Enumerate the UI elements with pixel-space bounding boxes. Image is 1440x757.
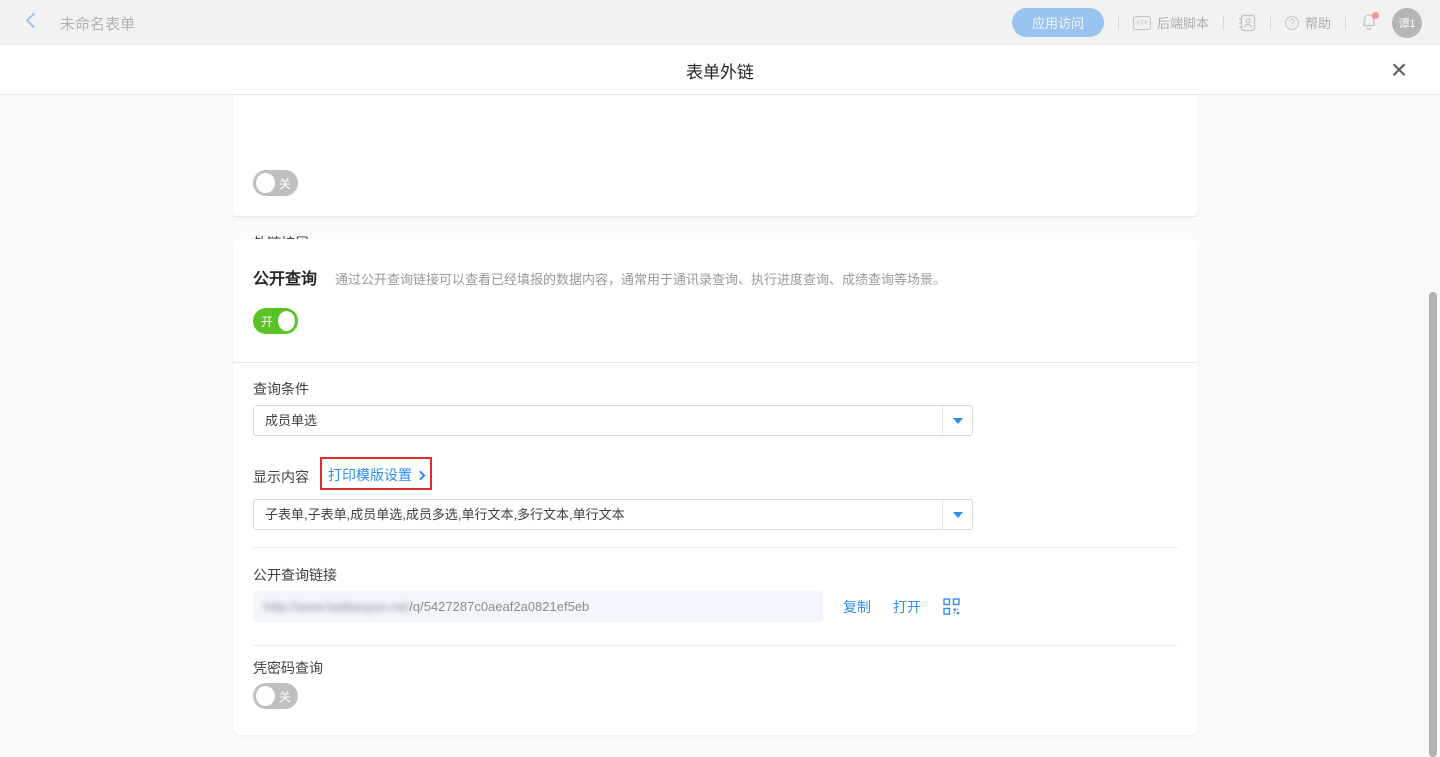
contact-card-icon [1238, 14, 1256, 32]
divider [233, 216, 1198, 217]
scrollbar-thumb[interactable] [1429, 292, 1437, 757]
code-icon: </> [1133, 16, 1151, 30]
public-query-description: 通过公开查询链接可以查看已经填报的数据内容，通常用于通讯录查询、执行进度查询、成… [335, 269, 946, 288]
form-external-link-page: 未命名表单 应用访问 </> 后端脚本 [0, 0, 1440, 757]
open-link-button[interactable]: 打开 [893, 597, 921, 617]
help-button[interactable]: ? 帮助 [1285, 13, 1331, 32]
topbar-divider [1270, 15, 1271, 30]
public-link-url-field[interactable]: http://www.baibaoyun.net/q/5427287c0aeaf… [253, 591, 823, 622]
password-query-toggle[interactable]: 关 [253, 683, 298, 709]
notifications-button[interactable] [1360, 13, 1378, 33]
topbar-divider [1345, 15, 1346, 30]
chevron-down-icon [953, 418, 963, 424]
app-access-button[interactable]: 应用访问 [1012, 8, 1104, 37]
chevron-down-icon [953, 512, 963, 518]
toggle-state-label: 开 [261, 313, 273, 330]
backend-script-label: 后端脚本 [1157, 13, 1209, 32]
link-extension-card: 关 外链扩展 关 [233, 95, 1198, 217]
modal-header: 表单外链 × [0, 45, 1440, 95]
cutoff-toggle[interactable]: 关 [253, 170, 298, 196]
notification-badge [1372, 12, 1379, 19]
annotation-highlight-box [320, 457, 432, 490]
contacts-button[interactable] [1238, 14, 1256, 32]
help-label: 帮助 [1305, 13, 1331, 32]
topbar-divider [1223, 15, 1224, 30]
url-obscured-prefix: http://www.baibaoyun.net [264, 599, 409, 614]
query-condition-value: 成员单选 [254, 406, 942, 435]
toggle-state-label: 关 [279, 175, 291, 192]
public-query-toggle[interactable]: 开 [253, 308, 298, 334]
url-visible-part: /q/5427287c0aeaf2a0821ef5eb [409, 599, 589, 614]
display-content-label: 显示内容 [253, 467, 309, 487]
query-condition-label: 查询条件 [253, 379, 309, 399]
divider [253, 645, 1178, 646]
toggle-state-label: 关 [279, 688, 291, 705]
dropdown-arrow-zone[interactable] [942, 500, 972, 529]
public-query-title: 公开查询 [253, 265, 317, 289]
topbar-divider [1118, 15, 1119, 30]
display-fields-value: 子表单,子表单,成员单选,成员多选,单行文本,多行文本,单行文本 [254, 500, 942, 529]
form-title: 未命名表单 [60, 13, 135, 34]
display-fields-select[interactable]: 子表单,子表单,成员单选,成员多选,单行文本,多行文本,单行文本 [253, 499, 973, 530]
topbar: 未命名表单 应用访问 </> 后端脚本 [0, 0, 1440, 45]
divider [253, 547, 1178, 548]
modal-title: 表单外链 [0, 45, 1440, 95]
toggle-knob [256, 173, 275, 193]
modal-content: 关 外链扩展 关 公开查询 通过公开查询链接可以查看已经填报的数据内容，通常用于… [0, 95, 1440, 757]
backend-script-button[interactable]: </> 后端脚本 [1133, 13, 1209, 32]
back-icon[interactable] [26, 13, 42, 29]
copy-link-button[interactable]: 复制 [843, 597, 871, 617]
divider [233, 362, 1198, 363]
close-icon[interactable]: × [1382, 53, 1416, 87]
toggle-knob [256, 686, 275, 706]
help-icon: ? [1285, 16, 1299, 30]
toggle-knob [278, 311, 295, 331]
public-link-label: 公开查询链接 [253, 565, 337, 585]
qr-code-icon[interactable] [943, 598, 960, 615]
public-query-card: 公开查询 通过公开查询链接可以查看已经填报的数据内容，通常用于通讯录查询、执行进… [233, 239, 1198, 735]
avatar[interactable]: 谭1 [1392, 8, 1422, 38]
password-query-label: 凭密码查询 [253, 658, 323, 678]
dropdown-arrow-zone[interactable] [942, 406, 972, 435]
query-condition-select[interactable]: 成员单选 [253, 405, 973, 436]
